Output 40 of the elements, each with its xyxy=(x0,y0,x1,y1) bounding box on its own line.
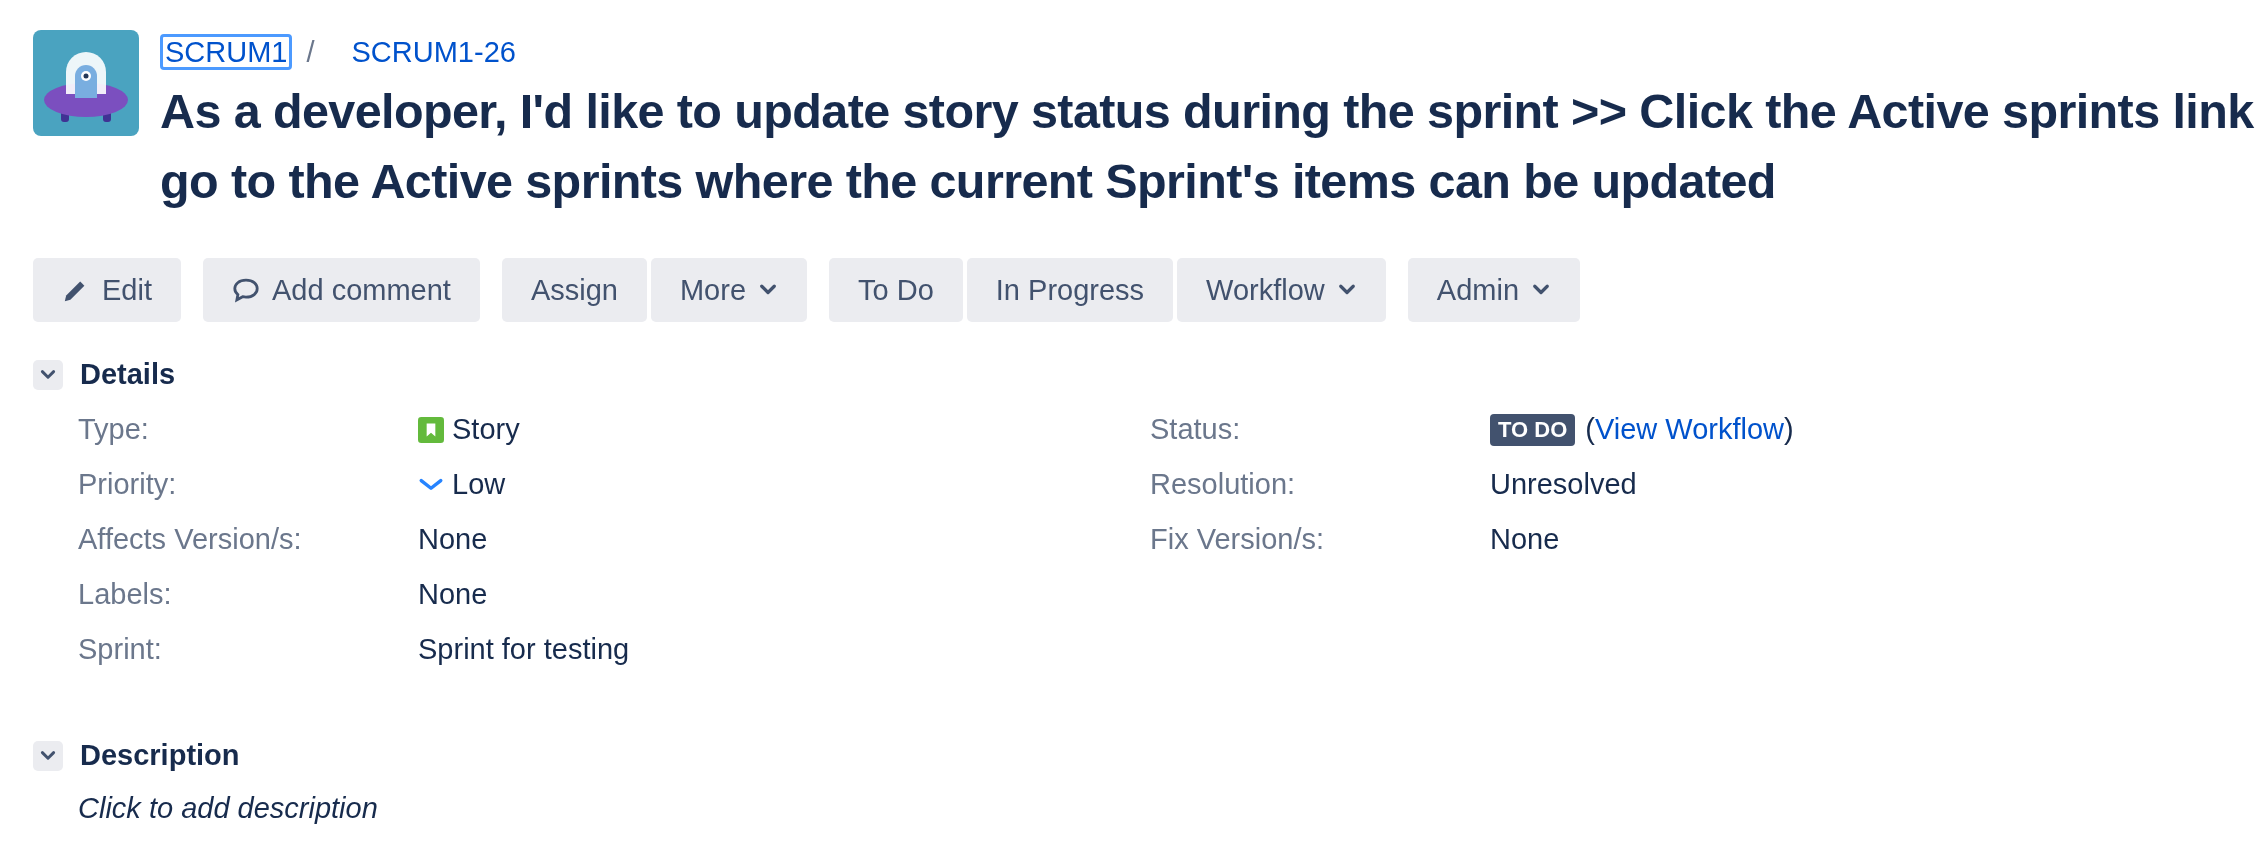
breadcrumb-link[interactable]: SCRUM1 xyxy=(160,34,293,70)
section-toggle[interactable] xyxy=(33,359,63,390)
field-label: Resolution: xyxy=(1150,468,1297,501)
field-value: None xyxy=(418,578,488,611)
breadcrumb-link[interactable]: SCRUM1-26 xyxy=(346,34,521,70)
toolbar-button[interactable]: Assign xyxy=(501,258,647,322)
toolbar-button[interactable]: In Progress xyxy=(966,258,1174,322)
section-heading: Description xyxy=(80,739,240,772)
field-label: Fix Version/s: xyxy=(1150,523,1326,556)
project-avatar-icon xyxy=(33,30,139,136)
field-label: Type: xyxy=(78,413,150,446)
breadcrumb-separator: / xyxy=(306,35,315,69)
field-label: Sprint: xyxy=(78,633,163,666)
field-value: Sprint for testing xyxy=(418,633,630,666)
description-placeholder[interactable]: Click to add description xyxy=(78,792,378,825)
status-lozenge: TO DO xyxy=(1490,413,1576,446)
field-label: Affects Version/s: xyxy=(78,523,303,556)
issue-title: As a developer, I'd like to update story status during the sprint >> Click the Active sprints link go to the Active sprints where the current Sprint's items can be updated xyxy=(160,83,2254,210)
toolbar-button[interactable]: Add comment xyxy=(203,258,480,322)
toolbar-button[interactable]: Admin xyxy=(1407,258,1580,322)
section-toggle[interactable] xyxy=(33,740,63,771)
toolbar-button[interactable]: Workflow xyxy=(1177,258,1386,322)
field-value: None xyxy=(418,523,488,556)
bookmark-icon xyxy=(418,416,444,443)
field-value: Unresolved xyxy=(1490,468,1637,501)
parenthesis: ) xyxy=(1784,413,1794,446)
speech-bubble-icon xyxy=(232,276,260,304)
field-value: None xyxy=(1490,523,1560,556)
parenthesis: ( xyxy=(1585,413,1595,446)
view-workflow-link[interactable]: View Workflow xyxy=(1594,413,1785,446)
field-label: Status: xyxy=(1150,413,1242,446)
field-value: Low xyxy=(452,468,506,501)
toolbar-button[interactable]: To Do xyxy=(829,258,963,322)
chevron-down-icon xyxy=(418,476,444,493)
toolbar-button[interactable]: More xyxy=(650,258,808,322)
field-value: Story xyxy=(452,413,520,446)
toolbar-button[interactable]: Edit xyxy=(33,258,181,322)
field-label: Priority: xyxy=(78,468,178,501)
section-heading: Details xyxy=(80,358,176,391)
field-label: Labels: xyxy=(78,578,173,611)
